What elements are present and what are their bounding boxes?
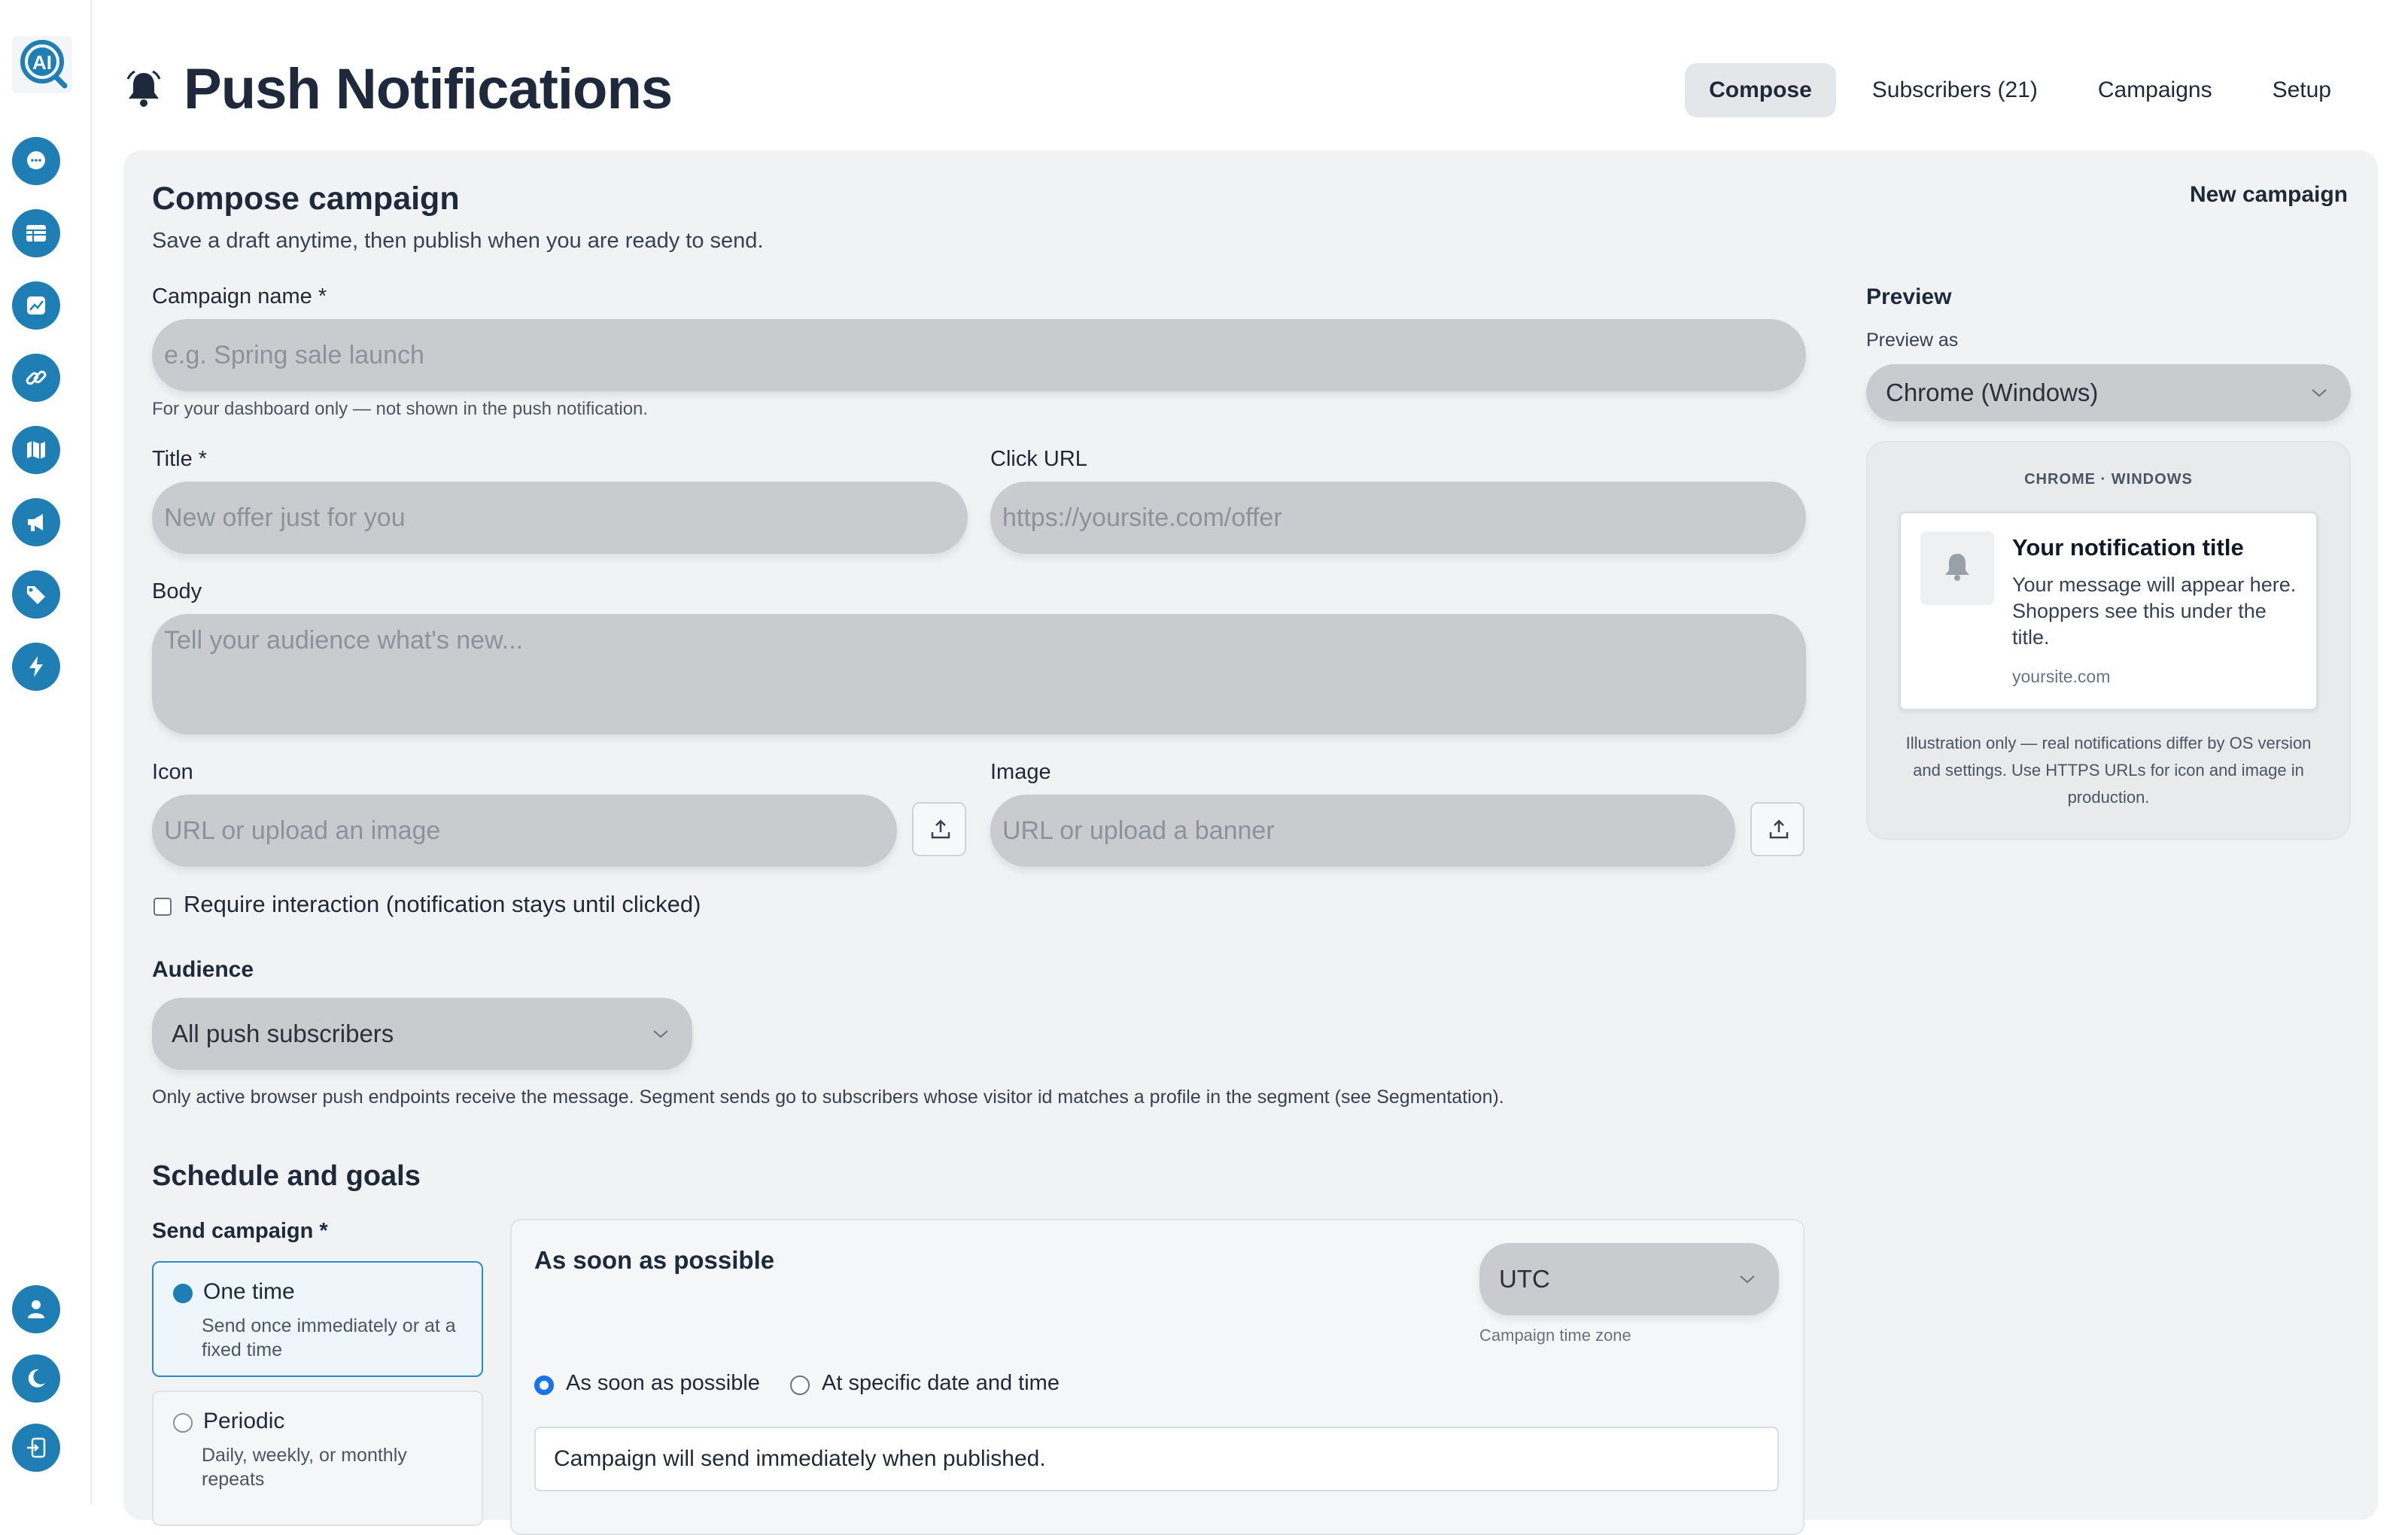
schedule-status-box: Campaign will send immediately when publ… [534, 1427, 1779, 1491]
nav-automation-button[interactable] [12, 643, 60, 691]
icon-url-input[interactable]: URL or upload an image [152, 795, 897, 867]
megaphone-icon [28, 514, 43, 531]
click-url-input[interactable]: https://yoursite.com/offer [990, 482, 1806, 554]
timezone-select[interactable]: UTC [1479, 1243, 1779, 1315]
timing-asap-label[interactable]: As soon as possible [566, 1371, 760, 1396]
bell-icon [126, 70, 161, 107]
preview-title: Preview [1866, 284, 1952, 309]
bell-icon [1945, 554, 1969, 581]
one-time-desc: Send once immediately or at a fixed time [202, 1315, 456, 1360]
tab-setup[interactable]: Setup [2248, 63, 2331, 117]
image-label: Image [990, 760, 1051, 784]
tab-compose[interactable]: Compose [1685, 63, 1836, 117]
app-logo[interactable]: AI [12, 36, 72, 93]
logo-icon: AI [20, 40, 68, 89]
preview-as-value: Chrome (Windows) [1886, 378, 2099, 406]
image-url-input[interactable]: URL or upload a banner [990, 795, 1735, 867]
timing-asap-radio[interactable] [534, 1375, 554, 1395]
require-interaction-checkbox[interactable] [154, 898, 172, 916]
chevron-down-icon [2312, 389, 2327, 397]
schedule-panel-title: As soon as possible [534, 1246, 775, 1274]
nav-tags-button[interactable] [12, 570, 60, 619]
one-time-radio[interactable] [173, 1284, 193, 1303]
audience-select[interactable]: All push subscribers [152, 998, 692, 1070]
map-icon [27, 441, 45, 459]
image-upload-button[interactable] [1750, 802, 1804, 856]
send-option-one-time[interactable]: One time Send once immediately or at a f… [152, 1261, 483, 1377]
preview-as-select[interactable]: Chrome (Windows) [1866, 364, 2351, 421]
chart-icon [27, 296, 45, 315]
notification-title: Your notification title [2012, 534, 2244, 561]
chevron-down-icon [1740, 1275, 1755, 1284]
notification-domain: yoursite.com [2012, 667, 2111, 686]
audience-label: Audience [152, 957, 254, 982]
header-tabs: Compose Subscribers (21) Campaigns Setup [1673, 63, 2331, 117]
chat-bubble-icon [27, 151, 45, 169]
timezone-value: UTC [1499, 1265, 1550, 1293]
body-textarea[interactable]: Tell your audience what's new... [152, 614, 1806, 734]
notification-body: Your message will appear here. Shoppers … [2012, 573, 2297, 649]
logout-icon [27, 1437, 46, 1458]
nav-campaigns-button[interactable] [12, 498, 60, 546]
icon-upload-button[interactable] [912, 802, 966, 856]
lightning-icon [29, 656, 43, 677]
schedule-panel: As soon as possible UTC Campaign time zo… [510, 1219, 1804, 1535]
compose-title: Compose campaign [152, 181, 460, 217]
campaign-name-hint: For your dashboard only — not shown in t… [152, 399, 649, 419]
audience-hint: Only active browser push endpoints recei… [152, 1087, 1504, 1108]
upload-icon [1769, 819, 1789, 839]
notification-card: Your notification title Your message wil… [1899, 512, 2318, 710]
compose-card: Compose campaign Save a draft anytime, t… [123, 150, 2378, 1535]
icon-label: Icon [152, 760, 193, 784]
schedule-title: Schedule and goals [152, 1160, 421, 1192]
sidebar: AI [0, 0, 92, 1505]
timing-specific-label[interactable]: At specific date and time [822, 1371, 1060, 1396]
table-icon [26, 225, 46, 242]
link-icon [26, 370, 47, 385]
notification-preview: CHROME · WINDOWS Your notification title… [1866, 441, 2351, 840]
user-icon [28, 1300, 44, 1318]
nav-logout-button[interactable] [12, 1424, 60, 1472]
chevron-down-icon [653, 1030, 668, 1038]
require-interaction-label[interactable]: Require interaction (notification stays … [184, 891, 701, 918]
schedule-status-text: Campaign will send immediately when publ… [554, 1446, 1046, 1471]
upload-icon [931, 819, 950, 839]
send-campaign-label: Send campaign * [152, 1219, 328, 1243]
timezone-hint: Campaign time zone [1479, 1326, 1631, 1345]
page-header: Push Notifications [125, 56, 673, 121]
nav-chat-button[interactable] [12, 137, 60, 185]
preview-disclaimer: Illustration only — real notifications d… [1905, 734, 2312, 807]
moon-icon [28, 1369, 45, 1388]
nav-map-button[interactable] [12, 426, 60, 474]
nav-table-button[interactable] [12, 209, 60, 257]
nav-links-button[interactable] [12, 354, 60, 402]
notification-icon-placeholder [1920, 531, 1994, 605]
one-time-label: One time [203, 1279, 295, 1304]
nav-analytics-button[interactable] [12, 281, 60, 330]
title-input[interactable]: New offer just for you [152, 482, 968, 554]
send-option-periodic[interactable]: Periodic Daily, weekly, or monthly repea… [152, 1391, 483, 1526]
audience-value: All push subscribers [172, 1020, 394, 1047]
tag-icon [27, 586, 45, 604]
click-url-label: Click URL [990, 447, 1087, 471]
tab-subscribers[interactable]: Subscribers (21) [1848, 63, 2062, 117]
periodic-label: Periodic [203, 1409, 285, 1433]
periodic-radio[interactable] [173, 1413, 193, 1433]
new-campaign-button[interactable]: New campaign [2190, 182, 2348, 208]
periodic-desc: Daily, weekly, or monthly repeats [202, 1445, 407, 1490]
body-label: Body [152, 579, 202, 603]
preview-as-label: Preview as [1866, 330, 1959, 351]
tab-campaigns[interactable]: Campaigns [2074, 63, 2236, 117]
logo-text: AI [32, 51, 52, 74]
page-title: Push Notifications [184, 56, 673, 121]
compose-subtitle: Save a draft anytime, then publish when … [152, 229, 764, 253]
nav-theme-button[interactable] [12, 1354, 60, 1403]
campaign-name-label: Campaign name * [152, 284, 327, 309]
campaign-name-input[interactable]: e.g. Spring sale launch [152, 319, 1806, 391]
preview-platform-caption: CHROME · WINDOWS [2024, 471, 2193, 488]
nav-profile-button[interactable] [12, 1285, 60, 1333]
timing-specific-radio[interactable] [790, 1375, 810, 1395]
title-label: Title * [152, 447, 208, 471]
